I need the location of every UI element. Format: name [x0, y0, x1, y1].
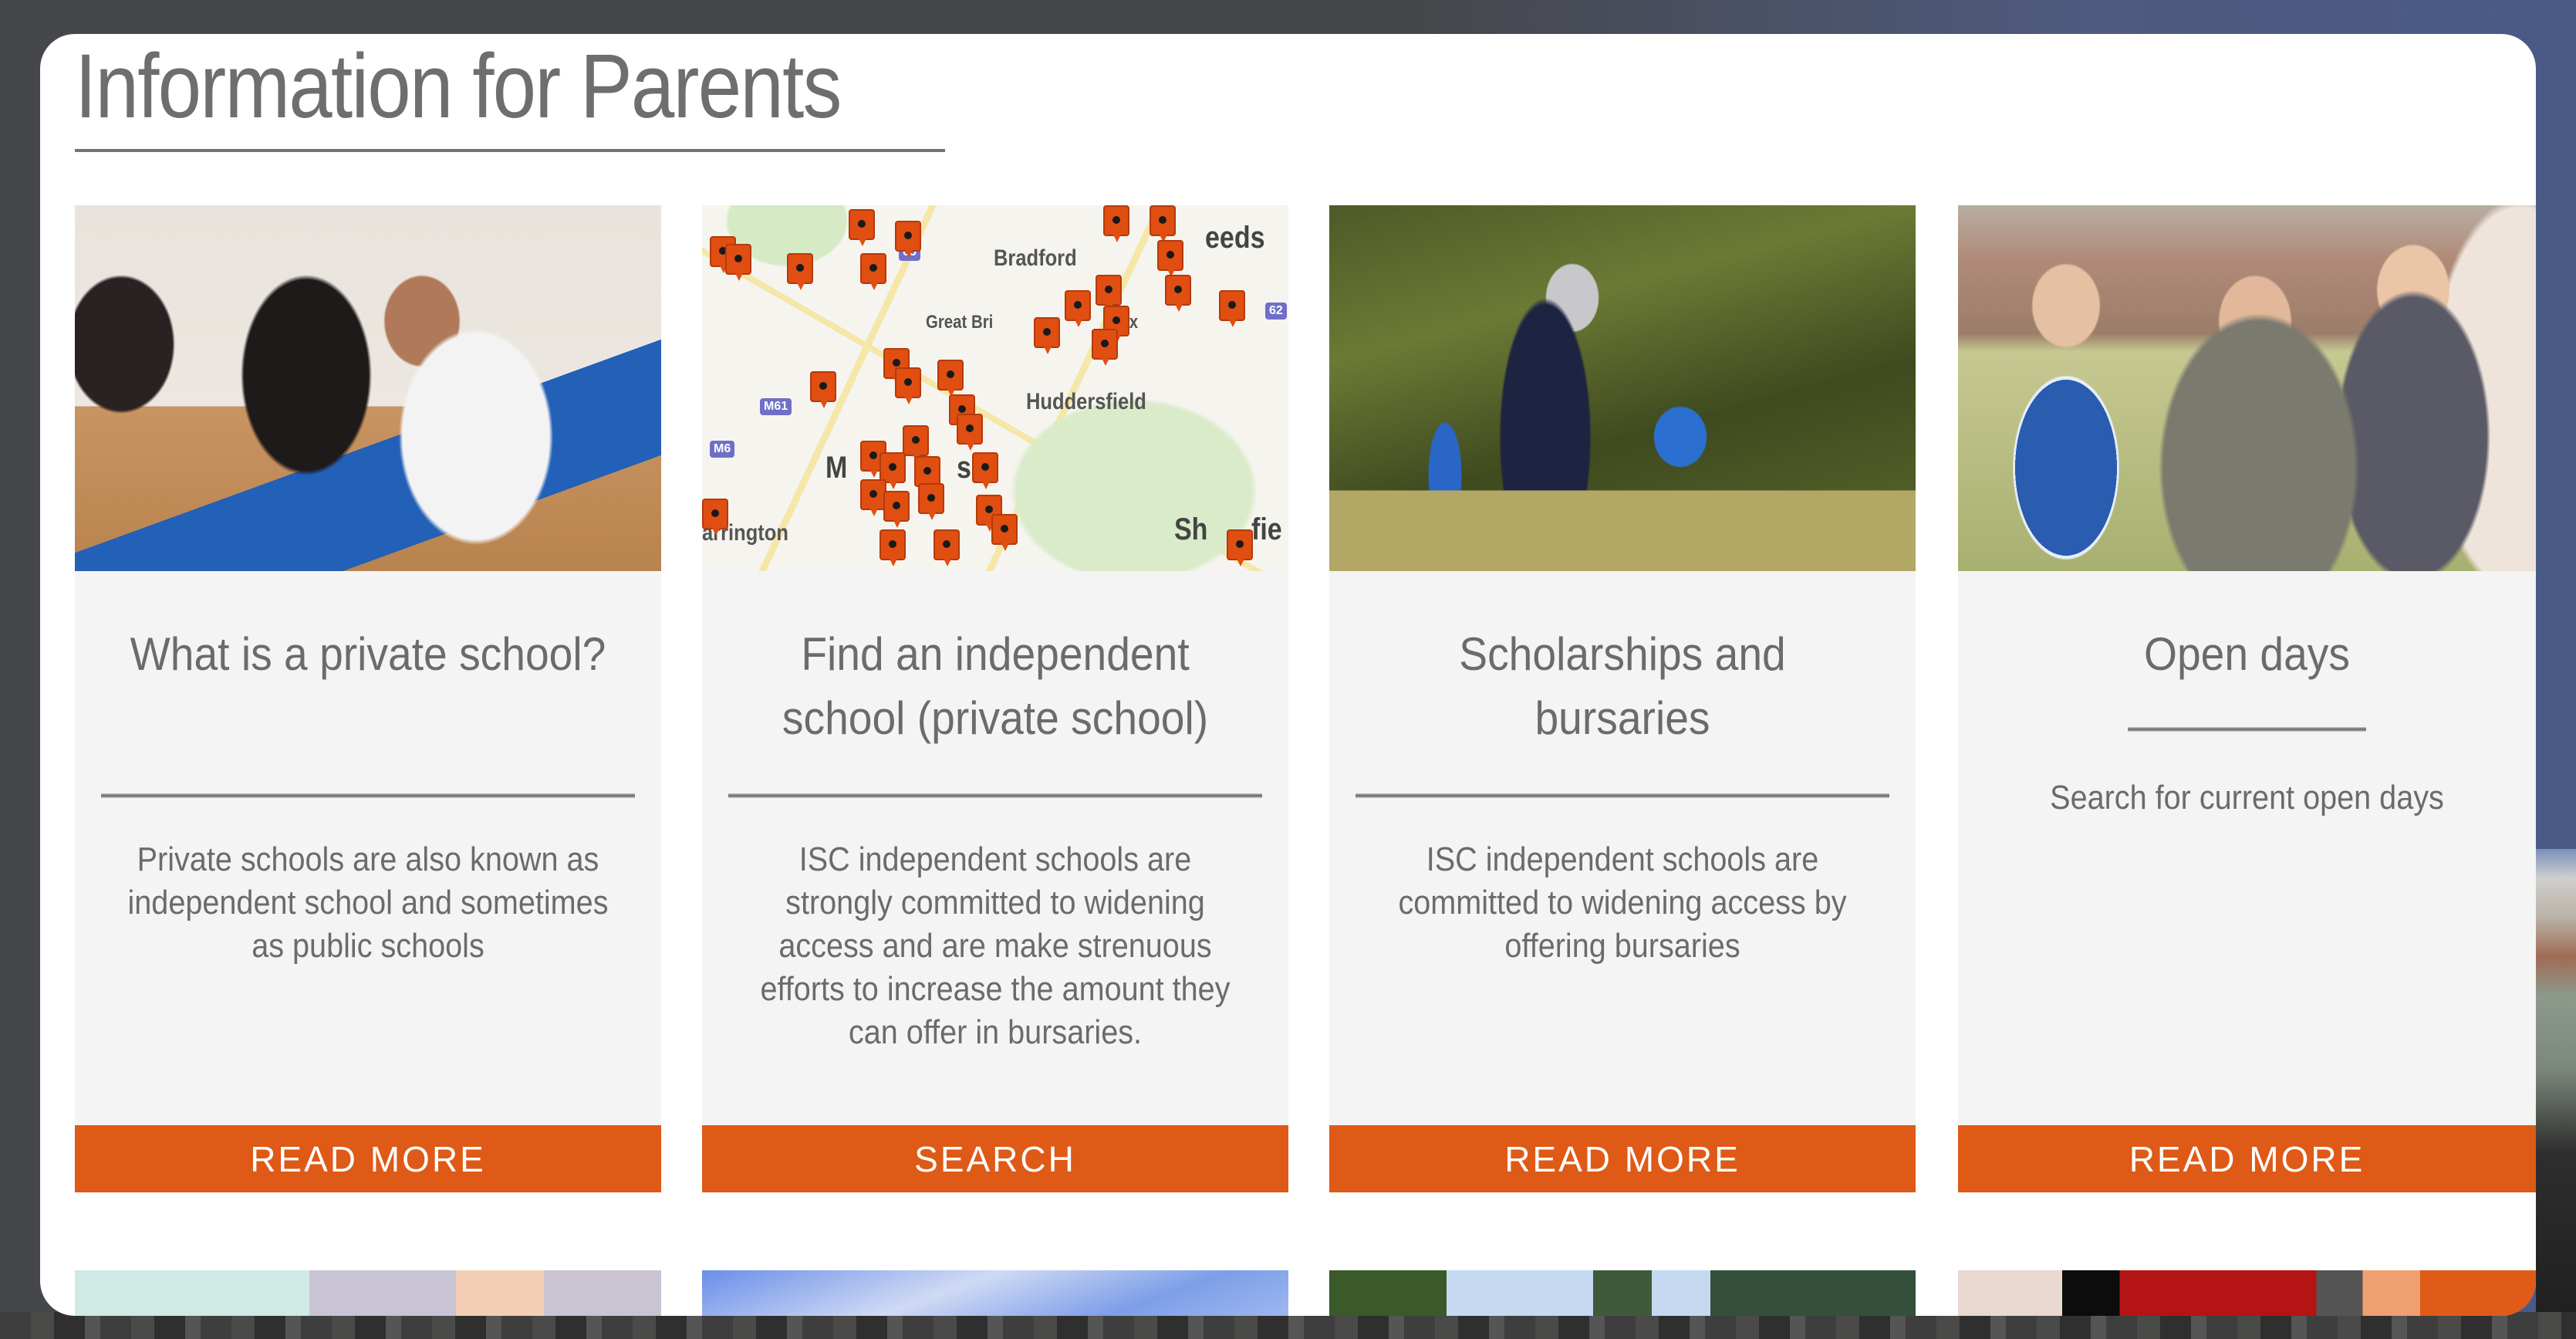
- card-what-is-private-school: What is a private school? Private school…: [75, 205, 661, 1192]
- school-map-pin[interactable]: [879, 452, 906, 489]
- motorway-shield-m61: M61: [760, 398, 792, 415]
- school-map-pin[interactable]: [1157, 240, 1183, 277]
- school-map-pin[interactable]: [810, 371, 836, 408]
- school-map-pin[interactable]: [1103, 205, 1129, 242]
- school-map-pin[interactable]: [860, 479, 886, 516]
- card-photo: [1329, 1270, 1916, 1316]
- school-map-pin[interactable]: [1034, 317, 1060, 354]
- content-panel: Information for Parents What is a privat…: [40, 34, 2536, 1316]
- card-title[interactable]: What is a private school?: [113, 622, 623, 686]
- school-map-pin[interactable]: [1096, 275, 1122, 312]
- background-photo-bottom: [0, 1312, 2576, 1339]
- school-map-pin[interactable]: [1065, 290, 1091, 327]
- school-map-pin[interactable]: [895, 221, 921, 258]
- school-map-pin[interactable]: [787, 253, 813, 290]
- card-image-row2[interactable]: [1329, 1270, 1916, 1316]
- school-map-pin[interactable]: [972, 452, 998, 489]
- school-map-pin[interactable]: [1219, 290, 1245, 327]
- card-scholarships-bursaries: Scholarships and bursaries ISC independe…: [1329, 205, 1916, 1192]
- card-description: ISC independent schools are strongly com…: [760, 840, 1231, 1051]
- school-map-pin[interactable]: [903, 425, 929, 462]
- school-map-pin[interactable]: [937, 360, 964, 397]
- card-photo: [75, 1270, 661, 1316]
- map-label-great-britain: Great Bri: [926, 312, 994, 333]
- school-map-pin[interactable]: [895, 367, 921, 404]
- card-title[interactable]: Find an independent school (private scho…: [740, 622, 1251, 750]
- map-label-leeds: eeds: [1205, 221, 1265, 255]
- card-image-row2[interactable]: [75, 1270, 661, 1316]
- card-image[interactable]: [75, 205, 661, 571]
- school-map-pin[interactable]: [725, 244, 751, 281]
- card-divider: [728, 793, 1262, 798]
- card-description: Search for current open days: [2050, 779, 2444, 817]
- read-more-button[interactable]: READ MORE: [75, 1125, 661, 1192]
- school-map-pin[interactable]: [860, 253, 886, 290]
- smiling-students-photo: [1958, 205, 2536, 571]
- motorway-shield-m6: M6: [710, 441, 735, 458]
- school-map-pin[interactable]: [879, 529, 906, 566]
- card-divider: [2128, 727, 2366, 732]
- school-map-pin[interactable]: [918, 483, 944, 520]
- motorway-shield-m62: 62: [1265, 303, 1287, 320]
- title-divider: [75, 149, 945, 152]
- read-more-button[interactable]: READ MORE: [1329, 1125, 1916, 1192]
- card-divider: [101, 793, 635, 798]
- search-button[interactable]: SEARCH: [702, 1125, 1288, 1192]
- card-find-independent-school: Bradford eeds Great Bri ifax Huddersfiel…: [702, 205, 1288, 1192]
- school-map-pin[interactable]: [957, 414, 983, 451]
- school-map-pin[interactable]: [1092, 329, 1118, 366]
- map-label-bradford: Bradford: [994, 245, 1077, 271]
- card-title[interactable]: Open days: [1995, 622, 2498, 686]
- school-map-pin[interactable]: [934, 529, 960, 566]
- background-photo: [2536, 849, 2576, 1339]
- card-image[interactable]: [1958, 205, 2536, 571]
- map-label-manchester-end: s: [957, 451, 971, 485]
- school-map-pin[interactable]: [1227, 529, 1253, 566]
- school-map-pin[interactable]: [883, 491, 910, 528]
- card-image-row2[interactable]: [1958, 1270, 2536, 1316]
- cricket-player-photo: [1329, 205, 1916, 571]
- card-description: Private schools are also known as indepe…: [127, 840, 609, 965]
- map-label-sheffield-end: fie: [1251, 512, 1282, 546]
- school-map-pin[interactable]: [702, 499, 728, 536]
- map-label-manchester: M: [825, 451, 848, 485]
- school-map-pin[interactable]: [914, 456, 940, 493]
- map-label-huddersfield: Huddersfield: [1026, 389, 1146, 414]
- card-photo: [1958, 1270, 2536, 1316]
- school-locations-map: Bradford eeds Great Bri ifax Huddersfiel…: [702, 205, 1288, 571]
- students-reading-classroom-photo: [75, 205, 661, 571]
- card-title[interactable]: Scholarships and bursaries: [1367, 622, 1878, 750]
- card-photo: [702, 1270, 1288, 1316]
- card-image[interactable]: [1329, 205, 1916, 571]
- card-divider: [1356, 793, 1889, 798]
- card-description: ISC independent schools are committed to…: [1398, 840, 1847, 965]
- school-map-pin[interactable]: [1150, 205, 1176, 242]
- school-map-pin[interactable]: [849, 209, 875, 246]
- map-label-sheffield: Sh: [1174, 512, 1208, 546]
- card-open-days: Open days Search for current open days R…: [1958, 205, 2536, 1192]
- school-map-pin[interactable]: [991, 514, 1018, 551]
- read-more-button[interactable]: READ MORE: [1958, 1125, 2536, 1192]
- card-image-row2[interactable]: [702, 1270, 1288, 1316]
- card-image[interactable]: Bradford eeds Great Bri ifax Huddersfiel…: [702, 205, 1288, 571]
- school-map-pin[interactable]: [1165, 275, 1191, 312]
- page-title: Information for Parents: [75, 36, 842, 137]
